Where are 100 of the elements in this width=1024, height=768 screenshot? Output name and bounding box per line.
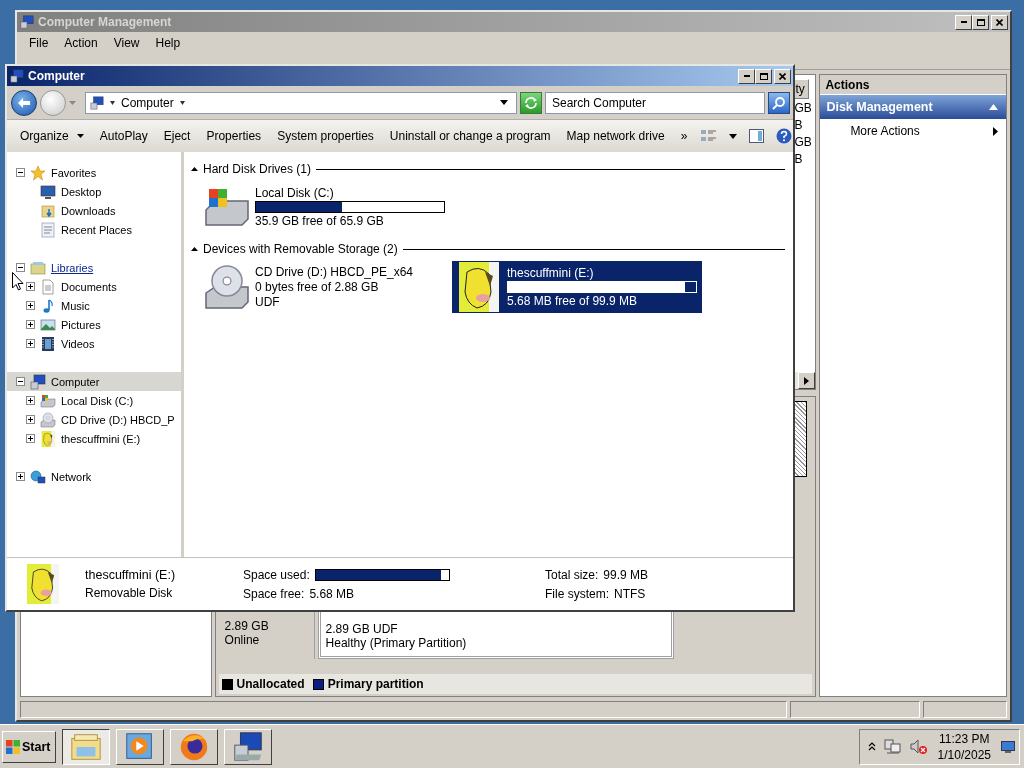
tree-item[interactable]: Desktop — [7, 182, 181, 201]
drive-info: UDF — [255, 295, 281, 309]
menu-item[interactable]: View — [105, 36, 148, 50]
link[interactable]: Libraries — [51, 261, 94, 274]
minimize-button[interactable] — [738, 68, 755, 84]
command-button[interactable]: Eject — [155, 126, 199, 146]
chevron-icon — [110, 100, 115, 105]
tree-item[interactable]: Favorites — [7, 163, 181, 182]
partition-size: 2.89 GB UDF — [325, 622, 399, 636]
menu-item[interactable]: Help — [147, 36, 189, 50]
drive-tile[interactable]: thescuffmini (E:) 5.68 MB free of 99.9 MB — [452, 261, 702, 313]
expand-icon[interactable] — [26, 282, 35, 291]
tree-item[interactable]: Local Disk (C:) — [7, 391, 181, 410]
group-header: Hard Disk Drives (1) — [203, 162, 311, 176]
drive-tile[interactable]: CD Drive (D:) HBCD_PE_x64 0 bytes free of 2.88 GB UDF — [200, 261, 450, 313]
tree-item[interactable]: thescuffmini (E:) — [7, 429, 181, 448]
tree-item[interactable]: Libraries — [7, 258, 181, 277]
command-button[interactable]: Uninstall or change a program — [381, 126, 559, 146]
refresh-icon — [524, 96, 538, 109]
expand-icon[interactable] — [26, 434, 35, 443]
collapse-icon[interactable] — [16, 263, 25, 272]
network-icon[interactable] — [883, 738, 902, 755]
action-item[interactable]: More Actions — [820, 119, 1006, 143]
minimize-button[interactable] — [955, 14, 972, 30]
tree-item[interactable]: Pictures — [7, 315, 181, 334]
field-value: NTFS — [614, 586, 646, 601]
command-button[interactable]: Map network drive — [558, 126, 673, 146]
tree-label: Network — [51, 470, 92, 483]
computer-icon — [231, 729, 265, 764]
more-commands-button[interactable]: » — [672, 126, 696, 146]
maximize-button[interactable] — [972, 14, 989, 30]
address-field[interactable]: Computer — [85, 91, 517, 114]
tree-item[interactable]: Videos — [7, 334, 181, 353]
command-button[interactable]: Properties — [198, 126, 270, 146]
command-button[interactable]: System properties — [269, 126, 382, 146]
speaker-muted-icon[interactable] — [909, 738, 928, 755]
menu-item[interactable]: File — [21, 36, 57, 50]
tree-label: Documents — [61, 280, 117, 293]
window-title: Computer — [28, 69, 86, 83]
taskbar-button[interactable] — [62, 728, 110, 765]
maximize-icon — [976, 18, 985, 26]
preview-pane-icon — [749, 129, 765, 143]
close-icon — [996, 18, 1003, 26]
show-desktop-icon[interactable] — [1001, 740, 1015, 753]
search-button[interactable] — [768, 91, 790, 114]
command-button[interactable]: Organize — [12, 126, 92, 146]
folder-icon — [40, 202, 56, 219]
expand-icon[interactable] — [16, 472, 25, 481]
mouse-pointer-icon — [12, 272, 24, 291]
windows-flag-icon — [6, 739, 20, 754]
tree-label: Videos — [61, 337, 95, 350]
expand-icon[interactable] — [26, 415, 35, 424]
collapse-icon[interactable] — [16, 168, 25, 177]
tree-item[interactable]: CD Drive (D:) HBCD_P — [7, 410, 181, 429]
tree-label: Local Disk (C:) — [61, 394, 134, 407]
tree-item[interactable]: Downloads — [7, 201, 181, 220]
tree-item[interactable]: Recent Places — [7, 220, 181, 239]
expand-icon[interactable] — [26, 301, 35, 310]
star-icon — [30, 164, 46, 181]
collapse-icon — [989, 104, 998, 110]
command-button[interactable]: AutoPlay — [91, 126, 156, 146]
computer-icon — [90, 95, 104, 110]
expand-icon[interactable] — [26, 320, 35, 329]
table-cell-text: GB — [793, 100, 810, 116]
folder-icon — [30, 259, 46, 276]
tree-item[interactable]: Network — [7, 467, 181, 486]
document-icon — [40, 278, 56, 295]
caret-icon — [69, 100, 76, 105]
close-button[interactable] — [991, 14, 1008, 30]
expand-icon[interactable] — [26, 339, 35, 348]
caret-icon — [76, 134, 84, 138]
clock[interactable]: 11:23 PM 1/10/2025 — [935, 730, 993, 763]
arrow-right-icon — [804, 376, 810, 385]
globe-icon — [30, 468, 46, 485]
minimize-icon — [960, 21, 967, 23]
collapse-icon[interactable] — [191, 167, 198, 171]
collapse-icon[interactable] — [191, 247, 198, 251]
refresh-button[interactable] — [520, 91, 542, 114]
drive-name: thescuffmini (E:) — [507, 266, 595, 280]
close-button[interactable] — [774, 68, 791, 84]
scroll-right-button[interactable] — [798, 372, 816, 389]
chevron-up-icon[interactable] — [867, 742, 876, 751]
back-button[interactable] — [11, 89, 37, 116]
expand-icon[interactable] — [26, 396, 35, 405]
tree-item[interactable]: Computer — [7, 372, 181, 391]
chevron-icon — [179, 100, 185, 105]
maximize-button[interactable] — [755, 68, 772, 84]
tree-item[interactable]: Music — [7, 296, 181, 315]
tree-item[interactable]: Documents — [7, 277, 181, 296]
start-button[interactable]: Start — [2, 730, 56, 763]
field-label: Space used: — [243, 567, 310, 582]
disk-status: Online — [224, 633, 261, 647]
tree-label: CD Drive (D:) HBCD_P — [61, 413, 175, 426]
actions-section-header[interactable]: Disk Management — [820, 95, 1006, 119]
search-field[interactable]: Search Computer — [545, 91, 765, 114]
help-icon — [776, 128, 793, 144]
collapse-icon[interactable] — [16, 377, 25, 386]
menu-item[interactable]: Action — [56, 36, 106, 50]
drive-tile[interactable]: Local Disk (C:) 35.9 GB free of 65.9 GB — [200, 181, 450, 233]
breadcrumb-item[interactable]: Computer — [121, 95, 174, 110]
